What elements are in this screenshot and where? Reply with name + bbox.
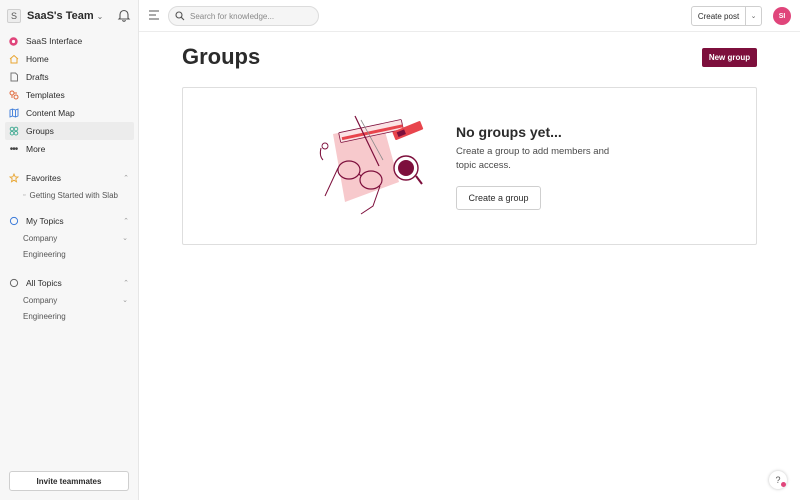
empty-state-card: No groups yet... Create a group to add m… xyxy=(182,87,757,245)
topic-circle-icon xyxy=(8,278,19,289)
sidebar: S SaaS's Team ⌄ SaaS Interface Home Draf… xyxy=(0,0,139,500)
my-topics-header[interactable]: My Topics ⌃ xyxy=(5,213,133,229)
topic-item-label: Engineering xyxy=(23,249,66,259)
topic-item-engineering[interactable]: Engineering xyxy=(23,247,133,261)
team-name: SaaS's Team xyxy=(27,10,94,22)
bell-icon[interactable] xyxy=(117,8,131,22)
topic-item-label: Company xyxy=(23,233,58,243)
favorites-header[interactable]: Favorites ⌃ xyxy=(5,170,133,186)
sidebar-item-label: Templates xyxy=(26,90,65,100)
invite-teammates-button[interactable]: Invite teammates xyxy=(9,471,129,491)
topic-item-engineering[interactable]: Engineering xyxy=(23,309,133,323)
favorite-item-label: Getting Started with Slab xyxy=(29,190,118,200)
sidebar-item-saas-interface[interactable]: SaaS Interface xyxy=(5,32,134,50)
brand-dot-icon xyxy=(8,36,19,47)
my-topics-title: My Topics xyxy=(26,216,64,226)
chevron-up-icon[interactable]: ⌃ xyxy=(123,279,129,287)
chevron-down-icon[interactable]: ⌄ xyxy=(122,296,128,304)
topic-circle-icon xyxy=(8,216,19,227)
sidebar-nav: SaaS Interface Home Drafts Templates Con… xyxy=(0,32,139,158)
sidebar-item-label: More xyxy=(26,144,46,154)
avatar[interactable]: SI xyxy=(773,7,791,25)
all-topics-header[interactable]: All Topics ⌃ xyxy=(5,275,133,291)
menu-toggle-icon[interactable] xyxy=(148,9,160,21)
chevron-down-icon[interactable]: ⌄ xyxy=(745,7,761,25)
team-badge: S xyxy=(7,9,21,23)
sidebar-item-templates[interactable]: Templates xyxy=(5,86,134,104)
chevron-up-icon[interactable]: ⌃ xyxy=(123,217,129,225)
sidebar-item-more[interactable]: ••• More xyxy=(5,140,134,158)
favorites-title: Favorites xyxy=(26,173,61,183)
empty-state-illustration xyxy=(319,115,424,215)
groups-icon xyxy=(8,126,19,137)
sidebar-item-label: SaaS Interface xyxy=(26,36,83,46)
sidebar-item-label: Drafts xyxy=(26,72,49,82)
sidebar-item-label: Content Map xyxy=(26,108,75,118)
more-dots-icon: ••• xyxy=(9,143,19,155)
create-post-button[interactable]: Create post xyxy=(692,7,745,25)
new-group-button[interactable]: New group xyxy=(702,48,757,67)
search-input[interactable] xyxy=(190,11,310,21)
chevron-down-icon[interactable]: ⌄ xyxy=(122,234,128,242)
sidebar-item-label: Groups xyxy=(26,126,54,136)
map-icon xyxy=(8,108,19,119)
team-switcher[interactable]: S SaaS's Team ⌄ xyxy=(7,6,103,26)
star-icon xyxy=(8,173,19,184)
sidebar-item-home[interactable]: Home xyxy=(5,50,134,68)
empty-state-title: No groups yet... xyxy=(456,124,562,140)
sidebar-item-drafts[interactable]: Drafts xyxy=(5,68,134,86)
search-icon xyxy=(175,11,185,21)
document-icon: ▫ xyxy=(23,191,26,199)
empty-state-description: Create a group to add members and topic … xyxy=(456,146,610,171)
chevron-down-icon: ⌄ xyxy=(96,11,104,21)
topbar: Create post ⌄ SI xyxy=(139,0,800,32)
chevron-up-icon[interactable]: ⌃ xyxy=(123,174,129,182)
draft-icon xyxy=(8,72,19,83)
topic-item-label: Engineering xyxy=(23,311,66,321)
page-title: Groups xyxy=(182,44,261,69)
template-icon xyxy=(8,90,19,101)
notification-dot xyxy=(781,482,786,487)
sidebar-item-groups[interactable]: Groups xyxy=(5,122,134,140)
sidebar-item-label: Home xyxy=(26,54,49,64)
topic-item-company[interactable]: Company ⌄ xyxy=(23,231,133,245)
favorite-item[interactable]: ▫ Getting Started with Slab xyxy=(23,188,133,202)
sidebar-item-content-map[interactable]: Content Map xyxy=(5,104,134,122)
home-icon xyxy=(8,54,19,65)
search-box[interactable] xyxy=(168,6,319,26)
topic-item-company[interactable]: Company ⌄ xyxy=(23,293,133,307)
create-post-button-group: Create post ⌄ xyxy=(691,6,762,26)
topic-item-label: Company xyxy=(23,295,58,305)
create-group-button[interactable]: Create a group xyxy=(456,186,541,210)
all-topics-title: All Topics xyxy=(26,278,62,288)
